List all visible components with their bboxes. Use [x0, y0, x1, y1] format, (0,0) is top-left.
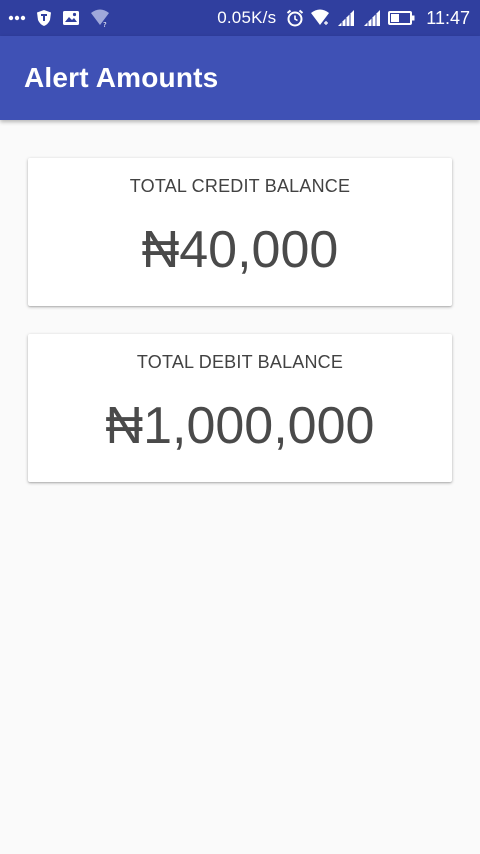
wifi-question-icon: ?: [90, 9, 110, 27]
image-icon: [62, 10, 80, 26]
app-title: Alert Amounts: [24, 62, 219, 93]
status-notification-icons: ?: [8, 9, 110, 27]
alarm-icon: [286, 9, 304, 27]
wifi-icon: [310, 9, 330, 27]
credit-balance-amount: ₦40,000: [141, 221, 339, 279]
network-speed: 0.05K/s: [217, 8, 277, 27]
debit-balance-card: TOTAL DEBIT BALANCE ₦1,000,000: [28, 334, 452, 482]
more-dots-icon: [8, 15, 26, 21]
svg-text:?: ?: [103, 21, 107, 27]
shield-icon: [36, 9, 52, 27]
debit-balance-amount: ₦1,000,000: [105, 397, 375, 455]
battery-icon: [388, 10, 416, 26]
status-system-icons: 0.05K/s 11:47: [217, 8, 470, 29]
app-bar: Alert Amounts: [0, 36, 480, 120]
signal-icon: [362, 9, 382, 27]
signal-icon: [336, 9, 356, 27]
debit-balance-label: TOTAL DEBIT BALANCE: [136, 352, 344, 372]
credit-balance-label: TOTAL CREDIT BALANCE: [129, 176, 351, 196]
credit-balance-card: TOTAL CREDIT BALANCE ₦40,000: [28, 158, 452, 306]
status-bar: ? 0.05K/s 11:47: [0, 0, 480, 36]
clock: 11:47: [426, 7, 470, 28]
